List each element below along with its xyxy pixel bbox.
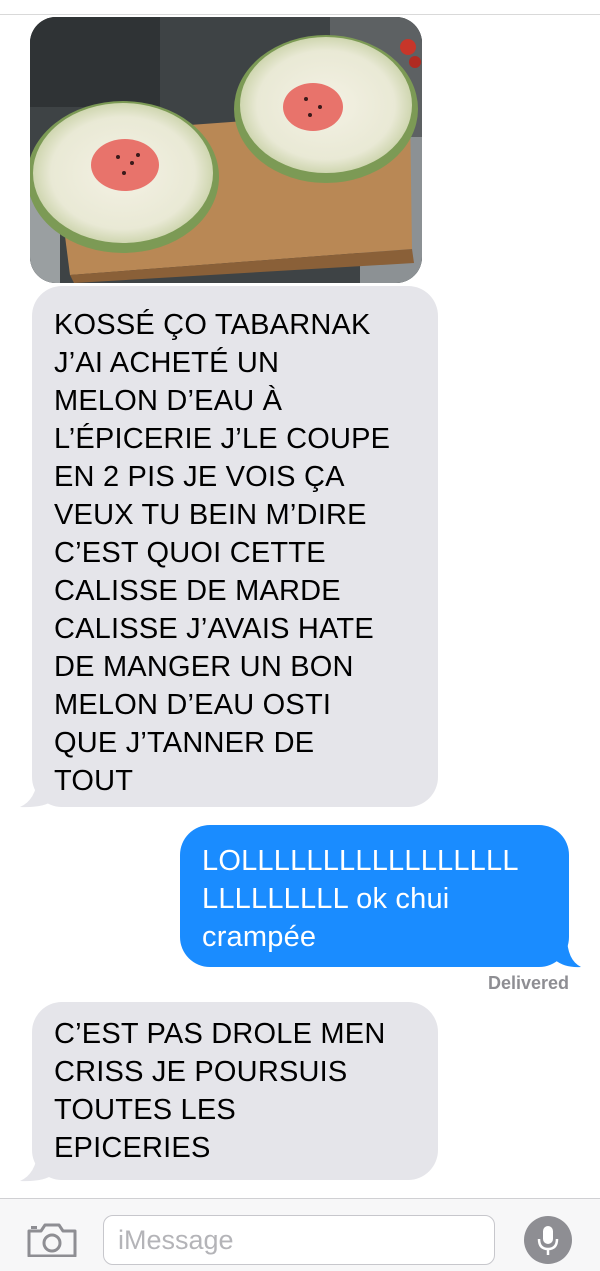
bubble-tail — [20, 776, 54, 808]
received-message-bubble[interactable]: KOSSÉ ÇO TABARNAK J’AI ACHETÉ UN MELON D… — [32, 286, 438, 807]
received-message-bubble[interactable]: C’EST PAS DROLE MEN CRISS JE POURSUIS TO… — [32, 1002, 438, 1180]
delivered-status: Delivered — [487, 973, 569, 993]
melon-photo — [30, 17, 422, 283]
message-text: LOLLLLLLLLLLLLLLLLL LLLLLLLLL ok chui cr… — [202, 845, 519, 953]
sent-message-bubble[interactable]: LOLLLLLLLLLLLLLLLLL LLLLLLLLL ok chui cr… — [180, 825, 569, 967]
imessage-input[interactable]: iMessage — [103, 1215, 495, 1265]
bubble-tail — [20, 1150, 54, 1182]
bubble-tail — [555, 936, 581, 968]
camera-icon[interactable] — [27, 1223, 77, 1257]
message-input-bar: iMessage — [0, 1198, 600, 1271]
photo-message[interactable] — [30, 17, 422, 283]
message-text: C’EST PAS DROLE MEN CRISS JE POURSUIS TO… — [54, 1018, 386, 1164]
microphone-button[interactable] — [524, 1216, 572, 1264]
microphone-icon — [537, 1226, 559, 1255]
top-divider — [0, 14, 600, 15]
message-text: KOSSÉ ÇO TABARNAK J’AI ACHETÉ UN MELON D… — [54, 309, 391, 797]
